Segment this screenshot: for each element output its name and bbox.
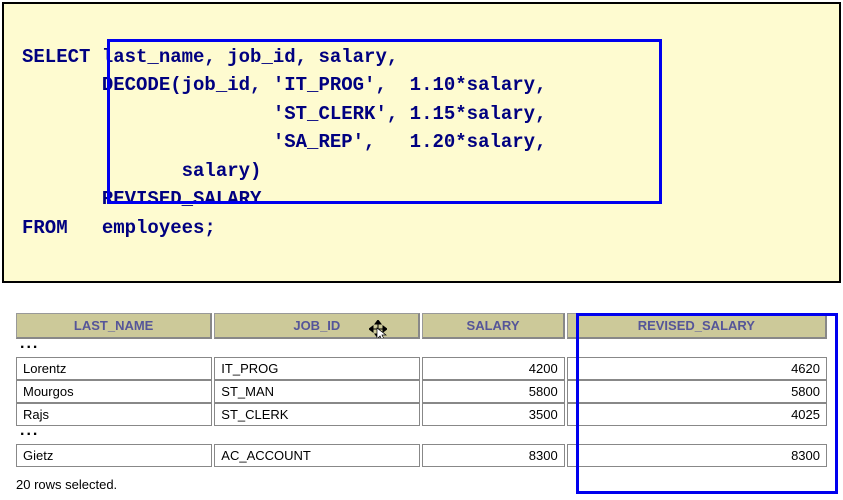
table-row: Lorentz IT_PROG 4200 4620 [16,357,827,380]
cell-last-name: Gietz [16,444,212,467]
cell-last-name: Mourgos [16,380,212,403]
header-job-id: JOB_ID [214,313,420,339]
header-revised-salary: REVISED_SALARY [567,313,827,339]
cell-last-name: Rajs [16,403,212,426]
ellipsis-row-mid: ... [16,426,827,444]
results-table: LAST_NAME JOB_ID SALARY REVISED_SALARY .… [14,313,829,467]
table-row: Gietz AC_ACCOUNT 8300 8300 [16,444,827,467]
sql-line-6: REVISED_SALARY [22,188,261,210]
header-salary: SALARY [422,313,564,339]
cell-revised-salary: 5800 [567,380,827,403]
cell-job-id: ST_MAN [214,380,420,403]
table-header-row: LAST_NAME JOB_ID SALARY REVISED_SALARY [16,313,827,339]
cell-job-id: IT_PROG [214,357,420,380]
rows-selected-text: 20 rows selected. [14,467,829,492]
ellipsis-row-top: ... [16,339,827,357]
ellipsis-text: ... [20,335,39,352]
results-area: LAST_NAME JOB_ID SALARY REVISED_SALARY .… [0,313,843,492]
cell-revised-salary: 8300 [567,444,827,467]
table-row: Rajs ST_CLERK 3500 4025 [16,403,827,426]
cell-job-id: AC_ACCOUNT [214,444,420,467]
table-row: Mourgos ST_MAN 5800 5800 [16,380,827,403]
cell-revised-salary: 4025 [567,403,827,426]
sql-line-1: SELECT last_name, job_id, salary, [22,46,398,68]
cell-salary: 5800 [422,380,564,403]
ellipsis-text: ... [20,422,39,439]
cell-revised-salary: 4620 [567,357,827,380]
sql-line-3: 'ST_CLERK', 1.15*salary, [22,103,547,125]
sql-code-block: SELECT last_name, job_id, salary, DECODE… [2,2,841,283]
cell-salary: 8300 [422,444,564,467]
cell-last-name: Lorentz [16,357,212,380]
cell-salary: 3500 [422,403,564,426]
cell-job-id: ST_CLERK [214,403,420,426]
sql-line-2: DECODE(job_id, 'IT_PROG', 1.10*salary, [22,74,547,96]
header-last-name: LAST_NAME [16,313,212,339]
sql-line-4: 'SA_REP', 1.20*salary, [22,131,547,153]
cell-salary: 4200 [422,357,564,380]
sql-line-7: FROM employees; [22,217,216,239]
sql-line-5: salary) [22,160,261,182]
